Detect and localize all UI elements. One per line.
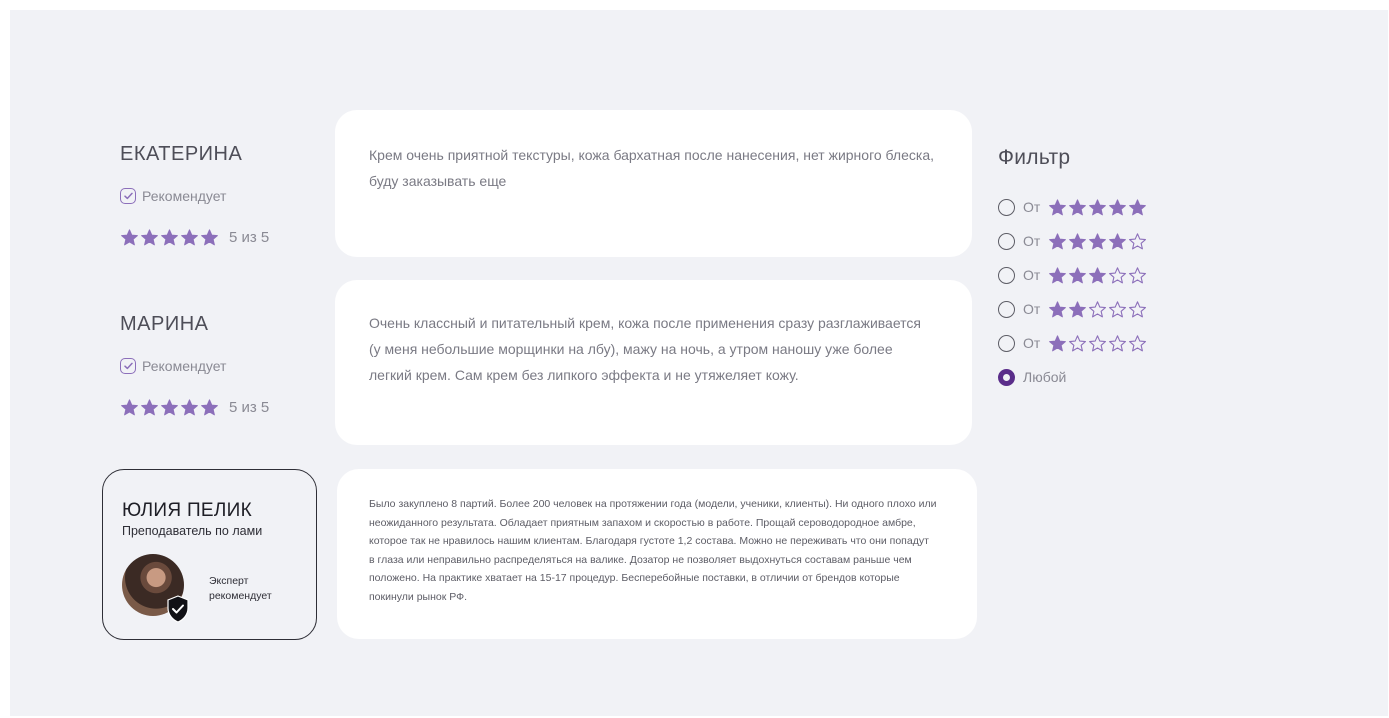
star-filled-icon bbox=[1109, 232, 1127, 249]
expert-recommends-label: Эксперт рекомендует bbox=[209, 574, 272, 604]
star-rating bbox=[1048, 334, 1147, 353]
radio-button[interactable] bbox=[998, 266, 1015, 284]
star-filled-icon bbox=[181, 229, 198, 246]
filter-from-label: От bbox=[1023, 335, 1041, 351]
star-filled-icon bbox=[141, 399, 158, 416]
radio-button[interactable] bbox=[998, 334, 1015, 352]
filter-option-4[interactable]: От bbox=[998, 224, 1147, 258]
star-filled-icon bbox=[1049, 334, 1067, 351]
star-filled-icon bbox=[141, 229, 158, 246]
check-icon bbox=[120, 358, 136, 374]
expert-label-line: Эксперт bbox=[209, 575, 249, 587]
recommend-label: Рекомендует bbox=[142, 358, 227, 374]
star-filled-icon bbox=[1109, 198, 1127, 215]
star-rating bbox=[120, 228, 219, 247]
star-rating bbox=[1048, 198, 1147, 217]
shield-check-icon bbox=[167, 595, 189, 623]
star-empty-icon bbox=[1089, 300, 1107, 317]
radio-button[interactable] bbox=[998, 300, 1015, 318]
star-rating bbox=[120, 398, 219, 417]
star-rating bbox=[1048, 300, 1147, 319]
star-empty-icon bbox=[1129, 266, 1147, 283]
star-filled-icon bbox=[1089, 198, 1107, 215]
star-filled-icon bbox=[1069, 198, 1087, 215]
star-filled-icon bbox=[1089, 232, 1107, 249]
rating-score: 5 из 5 bbox=[229, 229, 270, 246]
review-rating: 5 из 5 bbox=[120, 398, 269, 417]
star-filled-icon bbox=[201, 229, 218, 246]
star-filled-icon bbox=[1089, 266, 1107, 283]
star-filled-icon bbox=[1069, 300, 1087, 317]
review-card: Крем очень приятной текстуры, кожа барха… bbox=[335, 110, 972, 257]
star-filled-icon bbox=[201, 399, 218, 416]
radio-button-selected[interactable] bbox=[998, 368, 1015, 386]
expert-role: Преподаватель по лами bbox=[122, 524, 263, 538]
star-filled-icon bbox=[1049, 198, 1067, 215]
review-rating: 5 из 5 bbox=[120, 228, 269, 247]
star-filled-icon bbox=[1069, 266, 1087, 283]
filter-from-label: От bbox=[1023, 267, 1041, 283]
filter-option-3[interactable]: От bbox=[998, 258, 1147, 292]
star-empty-icon bbox=[1109, 334, 1127, 351]
expert-review-text: Было закуплено 8 партий. Более 200 челов… bbox=[369, 498, 937, 603]
recommend-label: Рекомендует bbox=[142, 188, 227, 204]
star-empty-icon bbox=[1109, 300, 1127, 317]
review-card: Очень классный и питательный крем, кожа … bbox=[335, 280, 972, 445]
review-text: Крем очень приятной текстуры, кожа барха… bbox=[369, 147, 934, 189]
filter-options: От От От От От Любой bbox=[998, 190, 1147, 394]
filter-from-label: От bbox=[1023, 199, 1041, 215]
radio-button[interactable] bbox=[998, 232, 1015, 250]
star-empty-icon bbox=[1129, 232, 1147, 249]
star-filled-icon bbox=[1049, 232, 1067, 249]
review-author-name: ЕКАТЕРИНА bbox=[120, 143, 243, 165]
star-filled-icon bbox=[1049, 300, 1067, 317]
review-author-block: ЕКАТЕРИНА Рекомендует 5 из 5 bbox=[120, 143, 269, 247]
filter-option-any[interactable]: Любой bbox=[998, 360, 1147, 394]
filter-any-label: Любой bbox=[1023, 369, 1067, 385]
star-empty-icon bbox=[1089, 334, 1107, 351]
star-filled-icon bbox=[1129, 198, 1147, 215]
rating-filter: Фильтр От От От От От Любой bbox=[998, 146, 1147, 394]
recommend-badge: Рекомендует bbox=[120, 358, 269, 374]
avatar bbox=[122, 554, 189, 623]
star-filled-icon bbox=[1049, 266, 1067, 283]
recommend-badge: Рекомендует bbox=[120, 188, 269, 204]
check-icon bbox=[120, 188, 136, 204]
star-filled-icon bbox=[161, 229, 178, 246]
filter-option-1[interactable]: От bbox=[998, 326, 1147, 360]
star-filled-icon bbox=[121, 399, 138, 416]
star-filled-icon bbox=[121, 229, 138, 246]
star-rating bbox=[1048, 232, 1147, 251]
star-filled-icon bbox=[181, 399, 198, 416]
star-empty-icon bbox=[1109, 266, 1127, 283]
star-empty-icon bbox=[1129, 300, 1147, 317]
review-author-name: МАРИНА bbox=[120, 313, 209, 335]
review-author-block: МАРИНА Рекомендует 5 из 5 bbox=[120, 313, 269, 417]
star-rating bbox=[1048, 266, 1147, 285]
star-empty-icon bbox=[1129, 334, 1147, 351]
expert-name: ЮЛИЯ ПЕЛИК bbox=[122, 500, 252, 521]
review-text: Очень классный и питательный крем, кожа … bbox=[369, 315, 921, 383]
star-empty-icon bbox=[1069, 334, 1087, 351]
filter-title: Фильтр bbox=[998, 146, 1071, 169]
expert-review-card: Было закуплено 8 партий. Более 200 челов… bbox=[337, 469, 977, 639]
filter-option-5[interactable]: От bbox=[998, 190, 1147, 224]
filter-option-2[interactable]: От bbox=[998, 292, 1147, 326]
rating-score: 5 из 5 bbox=[229, 399, 270, 416]
star-filled-icon bbox=[1069, 232, 1087, 249]
star-filled-icon bbox=[161, 399, 178, 416]
radio-button[interactable] bbox=[998, 198, 1015, 216]
expert-author-card: ЮЛИЯ ПЕЛИК Преподаватель по лами Эксперт… bbox=[102, 469, 317, 640]
expert-label-line: рекомендует bbox=[209, 590, 272, 602]
filter-from-label: От bbox=[1023, 301, 1041, 317]
filter-from-label: От bbox=[1023, 233, 1041, 249]
